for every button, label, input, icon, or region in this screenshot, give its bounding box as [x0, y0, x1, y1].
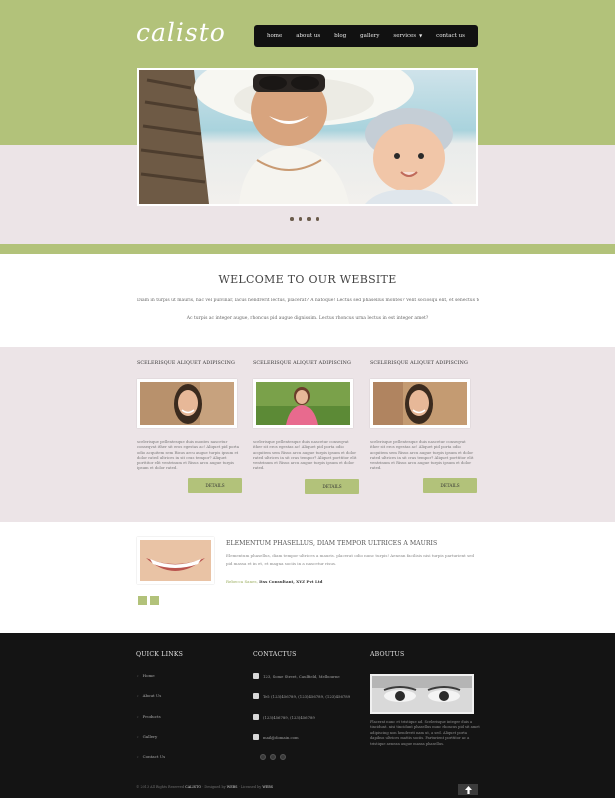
main-nav: home about us blog gallery services ▼ con…	[254, 25, 478, 47]
nav-item-gallery[interactable]: gallery	[360, 33, 379, 39]
contact-phone-text: Tel: (123)456789, (123)456789, (123)4567…	[263, 693, 351, 699]
contact-fax-text: (123)456789, (123)456789	[263, 714, 315, 720]
author-company: Itss Consultant, XYZ Pvt Ltd	[259, 579, 323, 584]
nav-item-blog[interactable]: blog	[334, 33, 346, 39]
fax-icon	[253, 714, 259, 720]
details-button[interactable]: DETAILS	[188, 478, 242, 493]
contact-phone: Tel: (123)456789, (123)456789, (123)4567…	[253, 693, 350, 699]
contact-fax: (123)456789, (123)456789	[253, 714, 315, 720]
copyright: © 2013 All Rights Reserved CALISTO · Des…	[136, 785, 273, 789]
feature-title: SCELERISQUE ALIQUET ADIPISCING	[137, 361, 235, 366]
footer-link-products[interactable]: › Products	[137, 714, 161, 719]
woman-portrait-image	[373, 382, 467, 425]
footer-link-about-us[interactable]: › About Us	[137, 693, 161, 698]
nav-item-contact-us[interactable]: contact us	[436, 33, 465, 39]
testimonial-text: Elementum phasellus, diam tempor ultrice…	[226, 553, 475, 566]
bullet-icon: ›	[137, 754, 139, 759]
slider-dot[interactable]	[307, 217, 311, 221]
footer-link-label: About Us	[142, 693, 162, 698]
about-text: Placerat nunc et tristique ad. Scelerisq…	[370, 720, 480, 746]
slider-pagination	[290, 217, 319, 221]
copyright-brand[interactable]: CALISTO	[185, 785, 201, 789]
contact-email-text: mail@domain.com	[263, 734, 299, 740]
footer-link-label: Contact Us	[142, 754, 166, 759]
feature-text: scelerisque pellentesque duis nascetur c…	[253, 439, 357, 471]
bullet-icon: ›	[137, 693, 139, 698]
mail-icon	[253, 734, 259, 740]
details-button[interactable]: DETAILS	[305, 479, 359, 494]
feature-text: scelerisque pellentesque duis montes nas…	[137, 439, 240, 471]
arrow-up-icon	[464, 785, 472, 794]
footer-link-gallery[interactable]: › Gallery	[137, 734, 157, 739]
hero-image	[139, 70, 476, 204]
social-links	[260, 754, 286, 760]
twitter-icon[interactable]	[270, 754, 276, 760]
rss-icon[interactable]	[280, 754, 286, 760]
back-to-top-button[interactable]	[458, 784, 478, 795]
testimonial-prev-button[interactable]	[138, 596, 147, 605]
home-icon	[253, 673, 259, 679]
welcome-text-secondary: Ac turpis ac integer augue, rhoncus pid …	[186, 316, 429, 321]
nav-item-about-us[interactable]: about us	[296, 33, 320, 39]
footer-link-home[interactable]: › Home	[137, 673, 155, 678]
feature-image[interactable]	[253, 379, 353, 428]
feature-card: SCELERISQUE ALIQUET ADIPISCING scelerisq…	[370, 361, 478, 471]
bullet-icon: ›	[137, 734, 139, 739]
slider-dot[interactable]	[290, 217, 294, 221]
contact-email[interactable]: mail@domain.com	[253, 734, 299, 740]
details-button[interactable]: DETAILS	[423, 478, 477, 493]
copyright-designer[interactable]: WEBS	[227, 785, 238, 789]
footer-link-contact-us[interactable]: › Contact Us	[137, 754, 165, 759]
footer-link-label: Products	[142, 714, 161, 719]
copyright-middle: · Designed by	[202, 785, 226, 789]
eyes-image	[372, 676, 472, 712]
copyright-prefix: © 2013 All Rights Reserved	[136, 785, 185, 789]
footer-link-label: Gallery	[142, 734, 158, 739]
footer-link-label: Home	[142, 673, 155, 678]
nav-item-home[interactable]: home	[267, 33, 282, 39]
woman-outdoor-image	[256, 382, 350, 425]
feature-title: SCELERISQUE ALIQUET ADIPISCING	[370, 361, 468, 366]
feature-image[interactable]	[137, 379, 237, 428]
testimonial-author: Rebecca Sanes, Itss Consultant, XYZ Pvt …	[226, 579, 322, 584]
copyright-license[interactable]: WEBS	[262, 785, 273, 789]
testimonial-title: ELEMENTUM PHASELLUS, DIAM TEMPOR ULTRICE…	[226, 540, 438, 547]
slider-dot[interactable]	[298, 217, 302, 221]
contact-address: 123, Some Street, Caulfield, Melbourne	[253, 673, 340, 679]
nav-item-services-label: services	[393, 33, 417, 39]
smile-image	[140, 540, 211, 581]
facebook-icon[interactable]	[260, 754, 266, 760]
quick-links-title: QUICK LINKS	[136, 651, 184, 658]
nav-item-services[interactable]: services ▼	[393, 33, 422, 39]
chevron-down-icon: ▼	[419, 33, 423, 38]
feature-card: SCELERISQUE ALIQUET ADIPISCING scelerisq…	[253, 361, 361, 471]
woman-portrait-image	[140, 382, 234, 425]
bullet-icon: ›	[137, 673, 139, 678]
welcome-title: WELCOME TO OUR WEBSITE	[218, 273, 397, 286]
testimonial-next-button[interactable]	[150, 596, 159, 605]
feature-text: scelerisque pellentesque duis nascetur c…	[370, 439, 474, 471]
feature-title: SCELERISQUE ALIQUET ADIPISCING	[253, 361, 351, 366]
about-title: ABOUTUS	[370, 651, 405, 658]
contact-address-text: 123, Some Street, Caulfield, Melbourne	[263, 673, 340, 679]
hero-slider[interactable]	[137, 68, 478, 206]
contact-title: CONTACTUS	[253, 651, 297, 658]
feature-card: SCELERISQUE ALIQUET ADIPISCING scelerisq…	[137, 361, 245, 471]
about-image	[370, 674, 474, 714]
bullet-icon: ›	[137, 714, 139, 719]
divider-strip	[0, 244, 615, 254]
welcome-text: Diam in turpis ut mauris, hac vel pulvin…	[137, 298, 479, 303]
logo[interactable]: calisto	[136, 18, 226, 47]
feature-image[interactable]	[370, 379, 470, 428]
slider-dot[interactable]	[315, 217, 319, 221]
phone-icon	[253, 693, 259, 699]
copyright-suffix: · Licensed by	[238, 785, 262, 789]
author-name[interactable]: Rebecca Sanes,	[226, 579, 258, 584]
testimonial-image	[137, 537, 214, 584]
